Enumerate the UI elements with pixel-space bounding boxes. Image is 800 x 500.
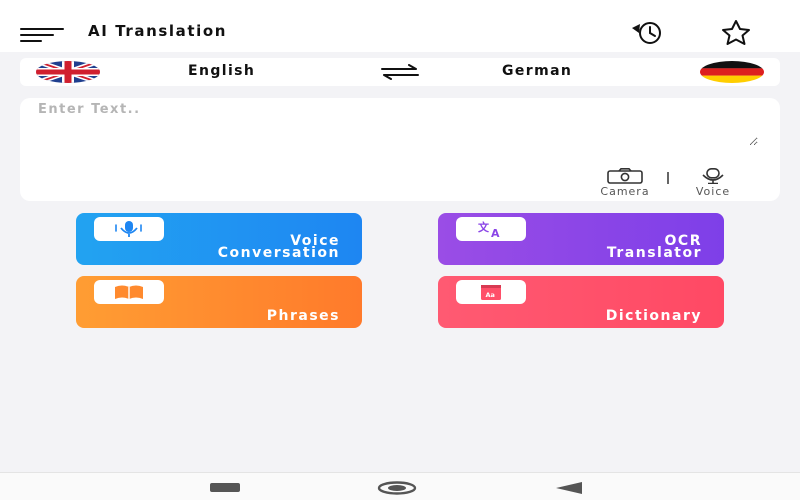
phrases-card[interactable]: Phrases [76, 276, 362, 328]
card-label: Phrases [266, 308, 340, 324]
svg-text:Aa: Aa [486, 291, 495, 299]
app-header: AI Translation [0, 0, 800, 52]
svg-text:文: 文 [478, 220, 490, 234]
back-triangle-icon[interactable] [554, 481, 584, 495]
badge: Aa [456, 280, 526, 304]
camera-button[interactable]: Camera [585, 168, 665, 198]
ocr-translator-card[interactable]: 文 A OCR Translator [438, 213, 724, 265]
badge: 文 A [456, 217, 526, 241]
camera-icon [607, 168, 643, 184]
recents-icon[interactable] [210, 483, 240, 492]
camera-label: Camera [600, 185, 650, 198]
text-input[interactable] [38, 102, 758, 146]
badge [94, 280, 164, 304]
voice-button[interactable]: Voice [673, 168, 753, 198]
uk-flag-icon[interactable] [36, 61, 100, 83]
microphone-icon [702, 168, 724, 184]
language-selector: English German [20, 58, 780, 86]
dictionary-card[interactable]: Aa Dictionary [438, 276, 724, 328]
hamburger-menu-icon[interactable] [20, 24, 66, 42]
badge [94, 217, 164, 241]
swap-arrows-icon[interactable] [378, 64, 422, 80]
microphone-icon [115, 221, 142, 237]
text-input-card: Camera Voice [20, 98, 780, 201]
card-label: Dictionary [605, 308, 702, 324]
translate-icon: 文 A [478, 220, 500, 239]
dictionary-icon: Aa [481, 285, 501, 300]
history-clock-icon[interactable] [626, 20, 672, 46]
target-language[interactable]: German [502, 63, 572, 79]
system-navigation-bar [0, 472, 800, 500]
voice-conversation-card[interactable]: Voice Conversation [76, 213, 362, 265]
home-icon[interactable] [376, 481, 418, 495]
book-icon [115, 285, 143, 299]
card-label: OCR Translator [606, 233, 702, 261]
source-language[interactable]: English [188, 63, 255, 79]
app-title: AI Translation [88, 22, 228, 40]
tool-divider [667, 172, 669, 184]
card-label: Voice Conversation [217, 233, 340, 261]
germany-flag-icon[interactable] [700, 61, 764, 83]
svg-text:A: A [491, 227, 500, 239]
star-icon[interactable] [712, 18, 760, 46]
voice-label: Voice [695, 185, 731, 198]
